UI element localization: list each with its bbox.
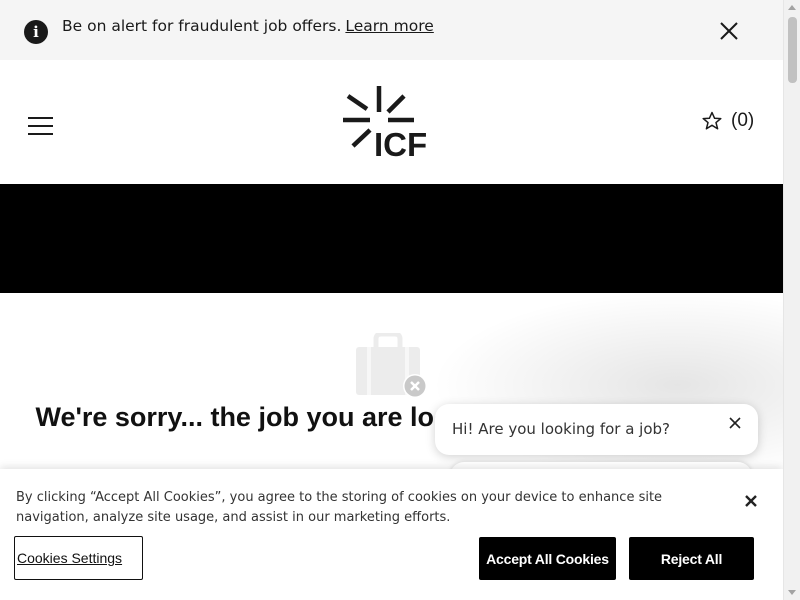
page: i Be on alert for fraudulent job offers.… [0,0,783,600]
learn-more-link[interactable]: Learn more [345,17,433,35]
logo-wordmark: ICF [374,126,427,160]
close-icon[interactable] [716,18,742,44]
chat-bubble[interactable]: Hi! Are you looking for a job? [435,404,758,455]
cookie-banner: By clicking “Accept All Cookies”, you ag… [0,469,783,600]
close-icon[interactable] [728,416,742,430]
scroll-down-arrow[interactable] [788,590,796,595]
alert-message-row: Be on alert for fraudulent job offers. Le… [62,17,434,35]
briefcase-closed-icon [356,333,427,398]
vertical-scrollbar[interactable] [783,0,800,600]
hero-banner [0,184,783,293]
fraud-alert-bar: i Be on alert for fraudulent job offers.… [0,0,783,60]
info-icon: i [24,20,48,44]
hamburger-menu-icon[interactable] [28,117,54,137]
scroll-up-arrow[interactable] [788,5,796,10]
close-icon[interactable] [743,493,759,509]
star-icon [702,111,722,130]
site-header: ICF (0) [0,60,783,184]
cookie-notice-text: By clicking “Accept All Cookies”, you ag… [16,490,663,525]
cookie-settings-button[interactable]: Cookies Settings [14,536,143,580]
saved-jobs[interactable]: (0) [702,108,754,134]
reject-all-button[interactable]: Reject All [629,537,754,580]
accept-all-cookies-button[interactable]: Accept All Cookies [479,537,616,580]
saved-jobs-count: (0) [731,110,755,131]
icf-logo[interactable]: ICF [340,84,436,160]
scroll-thumb[interactable] [788,17,797,83]
chat-greeting: Hi! Are you looking for a job? [452,420,671,438]
alert-message: Be on alert for fraudulent job offers. [62,17,342,35]
